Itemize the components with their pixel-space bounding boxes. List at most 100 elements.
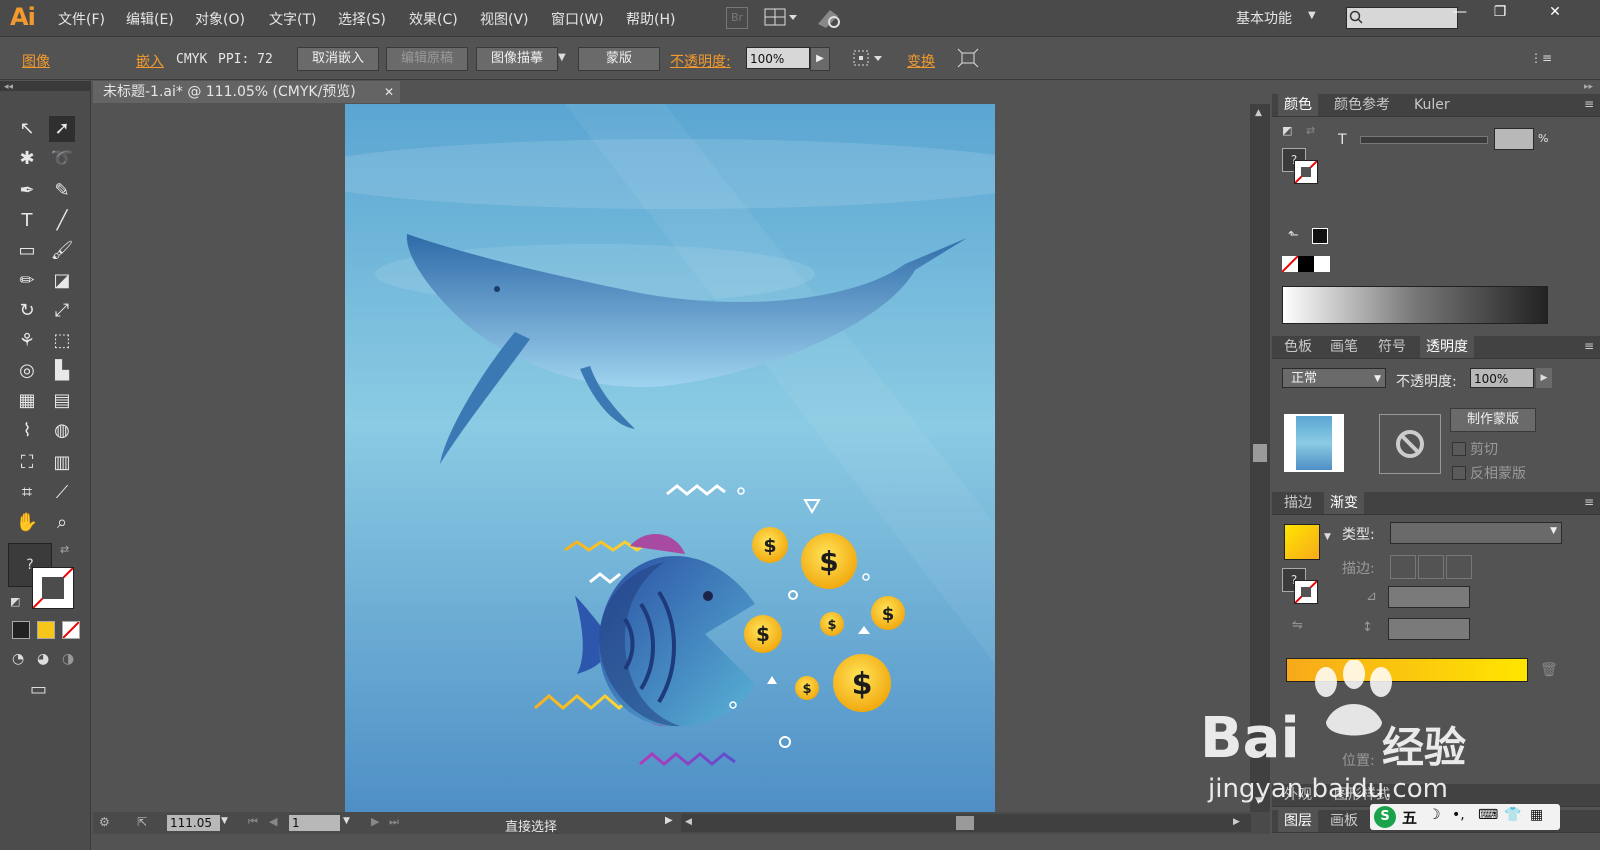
make-mask-button[interactable]: 制作蒙版: [1450, 408, 1536, 432]
default-colors-icon[interactable]: ◩: [1282, 124, 1292, 137]
workspace-dropdown-icon[interactable]: ▼: [1308, 10, 1316, 21]
none-mode-button[interactable]: [62, 621, 80, 639]
panel-opacity-arrow-icon[interactable]: ▶: [1536, 368, 1552, 388]
gradient-preview-dropdown-icon[interactable]: ▼: [1324, 532, 1331, 542]
stroke-across-button[interactable]: [1446, 555, 1472, 579]
zoom-input[interactable]: 111.05: [167, 815, 220, 831]
prev-artboard-icon[interactable]: ◀: [269, 815, 277, 828]
scroll-right-icon[interactable]: ▶: [1233, 817, 1240, 827]
bridge-button[interactable]: Br: [726, 7, 748, 29]
swap-colors-icon[interactable]: ⇄: [1306, 124, 1315, 137]
menu-window[interactable]: 窗口(W): [551, 9, 604, 29]
ime-keyboard-icon[interactable]: ⌨: [1478, 807, 1498, 823]
ime-grid-icon[interactable]: ▦: [1530, 807, 1543, 823]
tab-stroke[interactable]: 描边: [1278, 492, 1318, 514]
scroll-left-icon[interactable]: ◀: [685, 817, 692, 827]
out-of-gamut-icon[interactable]: ⬑: [1288, 228, 1299, 243]
last-artboard-icon[interactable]: ⏭: [389, 815, 399, 829]
hand-icon[interactable]: ✋: [14, 510, 40, 536]
menu-select[interactable]: 选择(S): [338, 9, 386, 29]
blend-icon[interactable]: ◍: [49, 418, 75, 444]
artboard-dropdown-icon[interactable]: ▼: [343, 816, 350, 826]
draw-normal-icon[interactable]: ◔: [12, 651, 24, 667]
menu-view[interactable]: 视图(V): [480, 9, 529, 29]
line-icon[interactable]: ╱: [49, 208, 75, 234]
opacity-link[interactable]: 不透明度:: [670, 51, 731, 71]
ime-punct-icon[interactable]: •,: [1452, 807, 1465, 823]
shape-builder-icon[interactable]: ◎: [14, 358, 40, 384]
direct-selection-icon[interactable]: ➚: [49, 116, 75, 142]
black-swatch[interactable]: [1298, 256, 1314, 272]
document-tab[interactable]: 未标题-1.ai* @ 111.05% (CMYK/预览) ✕: [93, 81, 400, 103]
tab-color[interactable]: 颜色: [1278, 94, 1318, 116]
arrange-documents-icon[interactable]: [764, 8, 798, 26]
type-icon[interactable]: T: [14, 208, 40, 234]
draw-behind-icon[interactable]: ◕: [37, 651, 49, 667]
blend-mode-select[interactable]: 正常 ▼: [1282, 368, 1386, 388]
chart-icon[interactable]: ▙: [49, 358, 75, 384]
panel-opacity-input[interactable]: 100%: [1470, 368, 1534, 388]
unembed-button[interactable]: 取消嵌入: [297, 47, 379, 71]
menu-effect[interactable]: 效果(C): [409, 9, 458, 29]
isolate-icon[interactable]: [957, 48, 979, 68]
mask-thumbnail[interactable]: [1379, 414, 1441, 474]
stroke-swatch[interactable]: [32, 567, 74, 609]
swap-fill-stroke-icon[interactable]: ⇄: [60, 543, 69, 556]
menu-edit[interactable]: 编辑(E): [126, 9, 174, 29]
stroke-along-button[interactable]: [1418, 555, 1444, 579]
tab-symbols[interactable]: 符号: [1372, 336, 1412, 358]
gradient-type-select[interactable]: ▼: [1390, 522, 1562, 544]
color-stroke-swatch[interactable]: [1294, 160, 1318, 184]
gradient-icon[interactable]: ▤: [49, 388, 75, 414]
scale-icon[interactable]: ⤢: [49, 298, 75, 324]
ime-shirt-icon[interactable]: 👕: [1504, 807, 1521, 823]
zoom-icon[interactable]: ⌕: [49, 510, 75, 536]
image-trace-dropdown-icon[interactable]: ▼: [558, 52, 566, 63]
invert-mask-checkbox[interactable]: [1452, 466, 1466, 480]
warp-icon[interactable]: ⚘: [14, 328, 40, 354]
color-mode-button[interactable]: [12, 621, 30, 639]
rotate-icon[interactable]: ↻: [14, 298, 40, 324]
ime-toolbar[interactable]: S 五 ☽ •, ⌨ 👕 ▦: [1370, 804, 1560, 830]
tab-color-guide[interactable]: 颜色参考: [1328, 94, 1396, 116]
mask-button[interactable]: 蒙版: [578, 47, 660, 71]
symbol-sprayer-icon[interactable]: ⛶: [14, 450, 40, 476]
tint-spectrum[interactable]: [1282, 286, 1548, 324]
edit-original-button[interactable]: 编辑原稿: [386, 47, 468, 71]
tab-gradient[interactable]: 渐变: [1324, 492, 1364, 514]
pen-icon[interactable]: ✒: [14, 178, 40, 204]
tab-brushes[interactable]: 画笔: [1324, 336, 1364, 358]
menu-help[interactable]: 帮助(H): [626, 9, 675, 29]
panel-menu-icon[interactable]: ≡: [1584, 97, 1594, 111]
pencil-icon[interactable]: ✏: [14, 268, 40, 294]
eraser-icon[interactable]: ◪: [49, 268, 75, 294]
gradient-mode-button[interactable]: [37, 621, 55, 639]
status-options-icon[interactable]: ⚙: [99, 815, 110, 829]
clip-checkbox[interactable]: [1452, 442, 1466, 456]
free-transform-icon[interactable]: ⬚: [49, 328, 75, 354]
transform-link[interactable]: 变换: [907, 51, 935, 71]
gradient-reverse-icon[interactable]: ⇋: [1292, 618, 1303, 633]
vertical-scroll-thumb[interactable]: [1253, 444, 1267, 462]
horizontal-scroll-thumb[interactable]: [956, 816, 974, 830]
opacity-input[interactable]: 100%: [746, 47, 810, 69]
collapse-panels-icon[interactable]: ▸▸: [1584, 82, 1593, 92]
minimize-icon[interactable]: —: [1440, 0, 1480, 24]
status-menu-icon[interactable]: ▶: [665, 815, 673, 826]
delete-stop-icon[interactable]: 🗑: [1540, 662, 1558, 678]
curvature-icon[interactable]: ✎: [49, 178, 75, 204]
image-trace-button[interactable]: 图像描摹: [476, 47, 558, 71]
ime-logo-icon[interactable]: S: [1374, 806, 1396, 828]
rectangle-icon[interactable]: ▭: [14, 238, 40, 264]
workspace-switcher[interactable]: 基本功能: [1236, 8, 1292, 28]
white-swatch[interactable]: [1314, 256, 1330, 272]
tab-layers[interactable]: 图层: [1278, 810, 1318, 832]
menu-object[interactable]: 对象(O): [195, 9, 245, 29]
menu-type[interactable]: 文字(T): [269, 9, 316, 29]
tab-transparency[interactable]: 透明度: [1420, 336, 1474, 358]
ime-moon-icon[interactable]: ☽: [1428, 807, 1441, 823]
aspect-ratio-select[interactable]: [1388, 618, 1470, 640]
align-icon[interactable]: [852, 49, 884, 67]
tab-kuler[interactable]: Kuler: [1408, 94, 1456, 116]
transparency-menu-icon[interactable]: ≡: [1584, 339, 1594, 353]
